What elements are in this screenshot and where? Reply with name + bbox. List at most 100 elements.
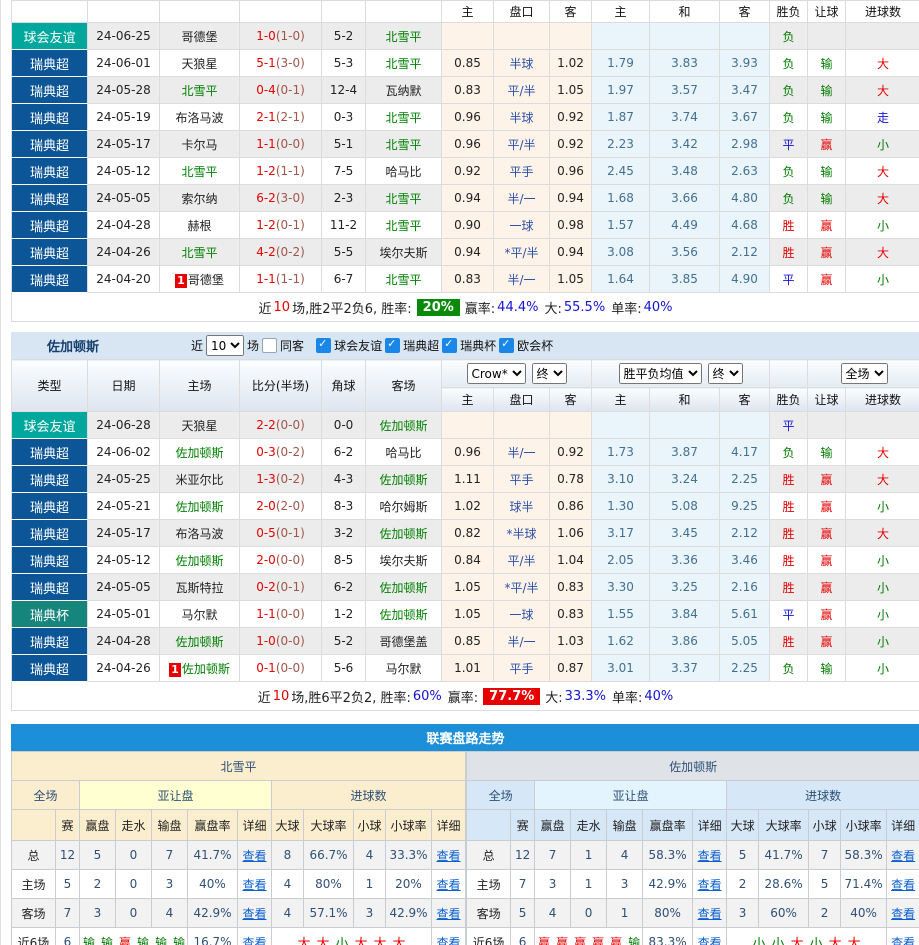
league-type-cell: 瑞典超 [11, 492, 88, 520]
detail-link[interactable]: 查看 [891, 936, 915, 945]
handicap-line: *平/半 [493, 573, 550, 601]
asian-away-odds [548, 411, 593, 439]
goals-result-cell [845, 411, 919, 439]
trend-row: 主场 5 2 0 3 40% 查看 4 80% 1 20% 查看 [11, 869, 467, 899]
col-euro-away: 客 [719, 0, 770, 23]
corner-cell: 7-5 [321, 157, 366, 185]
match-row: 瑞典超 24-05-17 卡尔马 1-1(0-0) 5-1 北雪平 0.96 平… [11, 130, 919, 158]
match-date: 24-04-20 [87, 265, 160, 293]
detail-link[interactable]: 查看 [698, 878, 722, 892]
team2-filter-bar: 佐加顿斯 近 10 场 同客 球会友谊 瑞典超 瑞典杯 欧会杯 [11, 332, 919, 359]
euro-avg-select[interactable]: 胜平负均值 [618, 363, 702, 384]
euro-draw-odds: 3.48 [649, 157, 720, 185]
detail-link[interactable]: 查看 [891, 878, 915, 892]
detail-link[interactable]: 查看 [242, 936, 266, 945]
goals-result-cell: 大 [845, 157, 919, 185]
score-cell: 0-5(0-1) [239, 519, 322, 547]
trend-row: 客场 7 3 0 4 42.9% 查看 4 57.1% 3 42.9% 查看 [11, 898, 467, 928]
euro-home-odds [591, 22, 650, 50]
trend-tables: 北雪平 全场 亚让盘 进球数 赛赢盘 走水 输盘 赢盘率 详细 大球 大球率 小球 小球率… [10, 751, 919, 945]
bookmaker-select[interactable]: Crow* [466, 363, 526, 384]
recent-count-select[interactable]: 10 [206, 335, 245, 356]
score-cell: 5-1(3-0) [239, 49, 322, 77]
handicap-result-cell: 输 [807, 103, 846, 131]
detail-link[interactable]: 查看 [437, 878, 461, 892]
team2-trend-table: 佐加顿斯 全场 亚让盘 进球数 赛赢盘 走水 输盘 赢盘率 详细 大球 大球率 小球 小球… [466, 751, 919, 945]
league-allsvenskan-checkbox[interactable] [385, 337, 401, 353]
trend-col-header-row: 赛赢盘 走水 输盘 赢盘率 详细 大球 大球率 小球 小球率 详细 [466, 809, 919, 841]
detail-link[interactable]: 查看 [437, 907, 461, 921]
score-cell: 1-0(1-0) [239, 22, 322, 50]
team2-summary-bar: 近 10 场,胜6平2负2, 胜率: 60% 赢率: 77.7% 大: 33.3% 单… [11, 682, 919, 711]
detail-link[interactable]: 查看 [242, 849, 266, 863]
match-date: 24-05-05 [87, 184, 160, 212]
goals-result-cell: 小 [845, 211, 919, 239]
fulltime-select[interactable]: 全场 [840, 363, 888, 384]
handicap-line: 半/一 [493, 438, 550, 466]
col-score: 比分(半场) [239, 359, 322, 412]
away-team: 北雪平 [365, 184, 442, 212]
score-cell: 0-2(0-1) [239, 573, 322, 601]
home-team: 索尔纳 [159, 184, 240, 212]
match-row: 瑞典超 24-05-12 北雪平 1-2(1-1) 7-5 哈马比 0.92 平… [11, 157, 919, 185]
detail-link[interactable]: 查看 [242, 878, 266, 892]
away-team: 佐加顿斯 [365, 519, 442, 547]
detail-link[interactable]: 查看 [437, 849, 461, 863]
corner-cell: 5-2 [321, 22, 366, 50]
euro-draw-odds: 3.42 [649, 130, 720, 158]
league-friendly-checkbox[interactable] [316, 337, 332, 353]
asian-home-odds [441, 22, 494, 50]
detail-link[interactable]: 查看 [698, 907, 722, 921]
match-date: 24-05-28 [87, 76, 160, 104]
league-type-cell: 瑞典超 [11, 238, 88, 266]
euro-draw-odds: 3.83 [649, 49, 720, 77]
match-row: 瑞典超 24-05-28 北雪平 0-4(0-1) 12-4 瓦纳默 0.83 … [11, 76, 919, 104]
euro-away-odds: 3.46 [719, 546, 771, 574]
detail-link[interactable]: 查看 [891, 907, 915, 921]
result-cell: 胜 [769, 238, 808, 266]
euro-away-odds: 4.80 [719, 184, 770, 212]
euro-draw-odds: 4.49 [649, 211, 720, 239]
euro-home-odds: 1.64 [591, 265, 650, 293]
same-away-checkbox[interactable] [262, 338, 278, 353]
asian-stage-select[interactable]: 终 [531, 363, 567, 384]
league-conference-checkbox[interactable] [499, 337, 515, 353]
home-team: 米亚尔比 [159, 465, 240, 493]
euro-home-odds: 1.79 [591, 49, 650, 77]
detail-link[interactable]: 查看 [242, 907, 266, 921]
result-cell: 平 [769, 265, 808, 293]
euro-home-odds: 3.08 [591, 238, 650, 266]
col-euro-draw: 和 [649, 387, 721, 412]
euro-draw-odds: 3.86 [649, 627, 721, 655]
result-cell: 胜 [769, 465, 809, 493]
euro-draw-odds [649, 411, 721, 439]
euro-stage-select[interactable]: 终 [707, 363, 743, 384]
handicap-line: 半/一 [493, 184, 550, 212]
handicap-line [493, 22, 550, 50]
away-team: 哈尔姆斯 [365, 492, 442, 520]
euro-draw-odds: 3.57 [649, 76, 720, 104]
match-row: 瑞典超 24-05-19 布洛马波 2-1(2-1) 0-3 北雪平 0.96 … [11, 103, 919, 131]
match-date: 24-06-02 [87, 438, 160, 466]
result-cell: 平 [769, 600, 809, 628]
detail-link[interactable]: 查看 [891, 849, 915, 863]
handicap-result-cell: 输 [807, 76, 846, 104]
detail-link[interactable]: 查看 [437, 936, 461, 945]
goals-result-cell: 大 [845, 238, 919, 266]
col-euro-home: 主 [591, 0, 650, 23]
match-date: 24-04-26 [87, 654, 160, 682]
rank-badge: 1 [169, 662, 181, 677]
detail-link[interactable]: 查看 [698, 936, 722, 945]
score-cell: 1-0(0-0) [239, 627, 322, 655]
league-cup-checkbox[interactable] [442, 337, 458, 353]
detail-link[interactable]: 查看 [698, 849, 722, 863]
handicap-result-cell: 赢 [807, 573, 847, 601]
euro-home-odds: 3.10 [591, 465, 651, 493]
match-date: 24-05-05 [87, 573, 160, 601]
league-type-cell: 球会友谊 [11, 411, 88, 439]
asian-home-odds: 1.02 [441, 492, 494, 520]
corner-cell: 0-0 [321, 411, 366, 439]
handicap-result-cell: 输 [807, 438, 847, 466]
home-team: 佐加顿斯 [159, 438, 240, 466]
goals-result-cell: 小 [845, 627, 919, 655]
